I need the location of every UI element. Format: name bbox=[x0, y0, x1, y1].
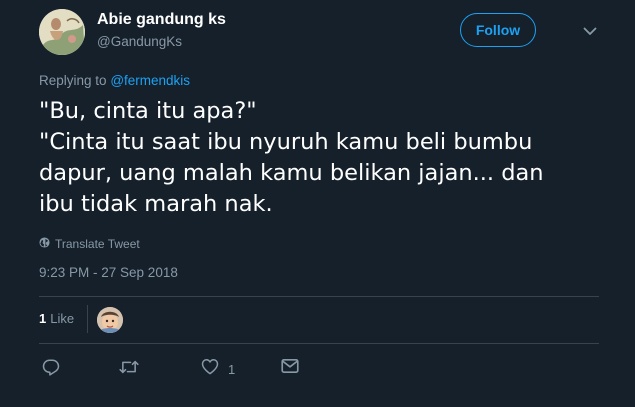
tweet-text-line: "Bu, cinta itu apa?" bbox=[39, 98, 257, 124]
mail-icon bbox=[281, 358, 299, 379]
globe-icon bbox=[39, 237, 50, 251]
translate-tweet-link[interactable]: Translate Tweet bbox=[39, 237, 140, 251]
tweet-text: "Bu, cinta itu apa?" "Cinta itu saat ibu… bbox=[39, 96, 599, 220]
like-label: Like bbox=[50, 311, 75, 326]
author-display-name[interactable]: Abie gandung ks bbox=[97, 11, 226, 29]
divider bbox=[39, 343, 599, 344]
chevron-down-icon[interactable] bbox=[580, 21, 600, 41]
follow-button[interactable]: Follow bbox=[460, 13, 536, 47]
tweet-timestamp[interactable]: 9:23 PM - 27 Sep 2018 bbox=[39, 265, 178, 280]
tweet-card: Abie gandung ks @GandungKs Follow Replyi… bbox=[0, 0, 635, 407]
heart-icon bbox=[201, 358, 219, 380]
translate-label: Translate Tweet bbox=[55, 237, 140, 251]
direct-message-button[interactable] bbox=[281, 358, 299, 379]
reply-prefix: Replying to bbox=[39, 73, 107, 88]
tweet-text-line: "Cinta itu saat ibu nyuruh kamu beli bum… bbox=[39, 129, 533, 155]
retweet-button[interactable] bbox=[119, 358, 139, 381]
divider bbox=[39, 296, 599, 297]
like-stats[interactable]: 1 Like bbox=[39, 311, 74, 326]
like-action-count: 1 bbox=[228, 361, 236, 377]
tweet-text-line: dapur, uang malah kamu belikan jajan... … bbox=[39, 160, 544, 186]
author-handle[interactable]: @GandungKs bbox=[97, 34, 182, 49]
reply-context: Replying to @fermendkis bbox=[39, 73, 190, 88]
liker-avatar[interactable] bbox=[97, 307, 123, 333]
tweet-text-line: ibu tidak marah nak. bbox=[39, 191, 273, 217]
retweet-icon bbox=[119, 358, 139, 381]
reply-button[interactable] bbox=[42, 358, 60, 381]
like-button[interactable]: 1 bbox=[201, 358, 235, 380]
reply-icon bbox=[42, 358, 60, 381]
like-count: 1 bbox=[39, 311, 47, 326]
author-avatar[interactable] bbox=[39, 9, 85, 55]
reply-mention-link[interactable]: @fermendkis bbox=[110, 73, 190, 88]
stats-divider bbox=[87, 305, 88, 333]
